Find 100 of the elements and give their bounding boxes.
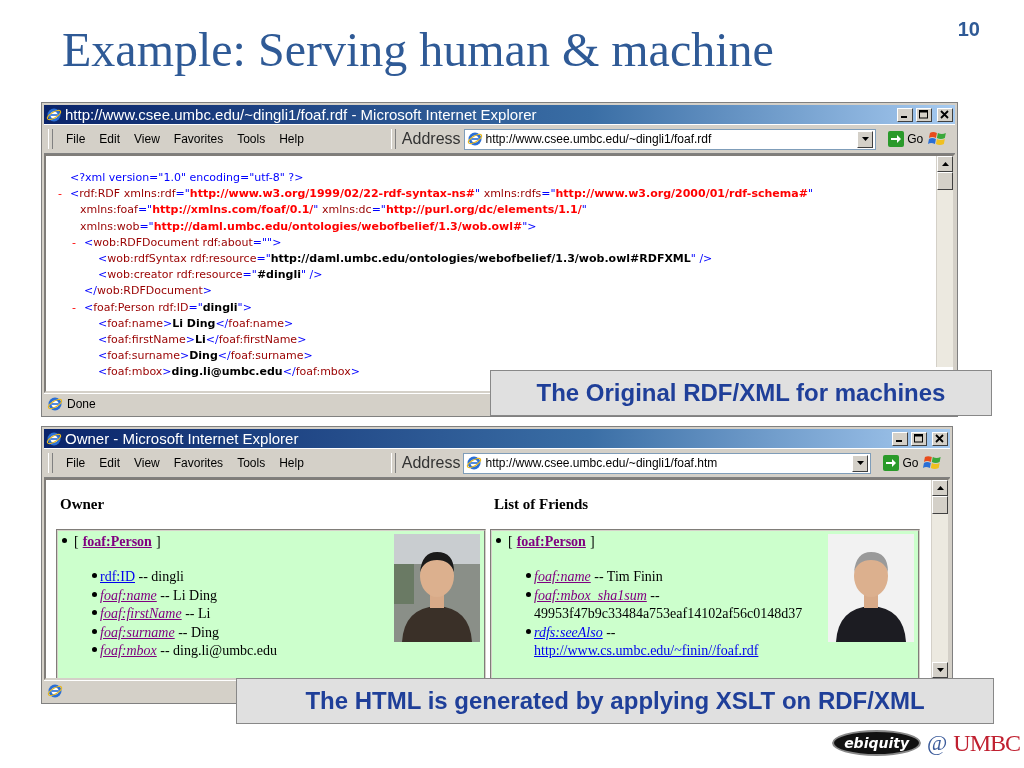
maximize-icon [914, 434, 924, 443]
callout-label: The HTML is generated by applying XSLT on RDF/XML [236, 678, 994, 724]
property-link[interactable]: foaf:name [534, 569, 591, 584]
menu-item[interactable]: Favorites [166, 454, 231, 472]
slide-title: Example: Serving human & machine [62, 22, 774, 77]
property-link[interactable]: foaf:mbox_sha1sum [534, 587, 647, 603]
menu-item[interactable]: Favorites [166, 130, 231, 148]
xml-line: <foaf:mbox>ding.li@umbc.edu</foaf:mbox> [98, 364, 361, 381]
menu-item[interactable]: Help [272, 130, 311, 148]
bracket: [ [74, 534, 79, 550]
property-link[interactable]: rdf:ID [100, 569, 135, 584]
callout-label: The Original RDF/XML for machines [490, 370, 992, 416]
scroll-down-icon [936, 668, 944, 672]
bullet-icon [92, 647, 97, 653]
property-value: -- Ding [178, 624, 219, 640]
xml-line: <foaf:Person rdf:ID="dingli"> [84, 299, 253, 316]
property-value: -- Li [185, 606, 211, 622]
bracket: [ [508, 534, 513, 550]
property-link[interactable]: foaf:firstName [100, 606, 182, 622]
collapse-toggle[interactable]: - [72, 299, 84, 316]
section-heading: Owner [60, 496, 106, 513]
close-icon [935, 434, 945, 443]
dropdown-button[interactable] [852, 454, 869, 472]
dropdown-button[interactable] [857, 130, 874, 148]
caret-icon [856, 461, 864, 465]
xml-line: <foaf:firstName>Li</foaf:firstName> [98, 332, 308, 349]
maximize-button[interactable] [916, 107, 932, 122]
menu-item[interactable]: Edit [92, 454, 127, 472]
status-text: Done [67, 397, 96, 411]
value-link[interactable]: http://www.cs.umbc.edu/~finin//foaf.rdf [534, 642, 759, 661]
property-value: -- Li Ding [160, 587, 218, 603]
maximize-icon [919, 110, 929, 119]
xml-line: <?xml version="1.0" encoding="utf-8" ?> [70, 170, 305, 186]
property-value: -- [650, 587, 660, 603]
close-button[interactable] [937, 107, 953, 122]
address-field[interactable]: http://www.csee.umbc.edu/~dingli1/foaf.rdf [463, 128, 877, 150]
bullet-icon [526, 628, 531, 634]
window-title: Owner - Microsoft Internet Explorer [65, 430, 300, 447]
at-sign: @ [927, 730, 948, 756]
scrollbar[interactable] [931, 480, 948, 678]
close-button[interactable] [932, 431, 948, 446]
xml-line: <rdf:RDF xmlns:rdf="http://www.w3.org/1999/02/22-rdf-syntax-ns#" xmlns:rdfs="http://www.w3.org/2000/01/rdf-schema#" xmlns:foaf="http://xmlns.com/foaf/0.1/" xmlns:dc="http://purl.org/dc/elements/1.1/" xmlns:wob="http://daml.umbc.edu/ontologies/webofbelief/1.3/wob.owl#"> [70, 186, 814, 235]
menu-item[interactable]: File [58, 130, 93, 148]
scroll-thumb[interactable] [937, 172, 953, 190]
browser-icon [47, 683, 63, 699]
property-value: -- ding.li@umbc.edu [160, 643, 277, 659]
bullet-icon [92, 591, 97, 597]
browser-icon [46, 430, 62, 447]
go-button[interactable]: Go [884, 131, 928, 147]
menu-item[interactable]: Edit [92, 130, 127, 148]
xml-line: <foaf:surname>Ding</foaf:surname> [98, 348, 314, 365]
property-value: 49953f47b9c33484a753eaf14102af56c0148d37 [534, 605, 803, 624]
caret-icon [861, 137, 869, 141]
menu-item[interactable]: View [126, 454, 167, 472]
menu-item[interactable]: Tools [230, 454, 273, 472]
scroll-up-icon [936, 486, 944, 490]
university-logo: UMBC [953, 729, 1020, 757]
xml-line: </wob:RDFDocument> [84, 283, 213, 300]
address-label: Address [401, 454, 461, 472]
browser-icon [466, 455, 483, 471]
bullet-icon [526, 591, 531, 597]
go-button[interactable]: Go [879, 455, 923, 471]
bullet-icon [92, 610, 97, 616]
window-title: http://www.csee.umbc.edu/~dingli1/foaf.rdf - Microsoft Internet Explorer [65, 106, 538, 123]
collapse-toggle[interactable]: - [58, 186, 70, 235]
property-link[interactable]: foaf:surname [100, 624, 175, 640]
minimize-button[interactable] [892, 431, 908, 446]
property-link[interactable]: rdfs:seeAlso [534, 624, 603, 640]
property-link[interactable]: foaf:mbox [100, 643, 157, 659]
address-label: Address [401, 130, 461, 148]
collapse-toggle[interactable]: - [72, 234, 84, 251]
scrollbar[interactable] [936, 156, 953, 367]
xml-line: <foaf:name>Li Ding</foaf:name> [98, 315, 295, 332]
bullet-icon [62, 538, 67, 543]
maximize-button[interactable] [911, 431, 927, 446]
type-link[interactable]: foaf:Person [82, 534, 152, 550]
type-link[interactable]: foaf:Person [516, 534, 586, 550]
bullet-icon [496, 538, 501, 543]
xml-line: <wob:RDFDocument rdf:about=""> [84, 234, 283, 251]
xml-line: <wob:rdfSyntax rdf:resource="http://daml.umbc.edu/ontologies/webofbelief/1.3/wob.owl#RDFXML" /> [98, 251, 714, 267]
menu-item[interactable]: Tools [230, 130, 273, 148]
group-logo: ebiquity [832, 730, 922, 756]
browser-icon [466, 131, 483, 147]
bracket: ] [589, 534, 595, 550]
browser-icon [47, 396, 63, 412]
minimize-button[interactable] [897, 107, 913, 122]
property-value: -- Tim Finin [594, 569, 663, 584]
close-icon [940, 110, 950, 119]
menu-item[interactable]: View [127, 130, 167, 148]
menu-item[interactable]: File [58, 454, 93, 472]
scroll-thumb[interactable] [932, 496, 948, 514]
section-heading: List of Friends [494, 496, 590, 513]
scroll-up-icon [941, 162, 949, 166]
bracket: ] [155, 534, 161, 550]
browser-icon [46, 106, 62, 123]
property-link[interactable]: foaf:name [100, 587, 157, 603]
menu-item[interactable]: Help [272, 454, 311, 472]
property-value: -- dingli [138, 569, 184, 584]
address-field[interactable]: http://www.csee.umbc.edu/~dingli1/foaf.htm [463, 452, 872, 474]
xml-line: <wob:creator rdf:resource="#dingli" /> [98, 267, 324, 284]
